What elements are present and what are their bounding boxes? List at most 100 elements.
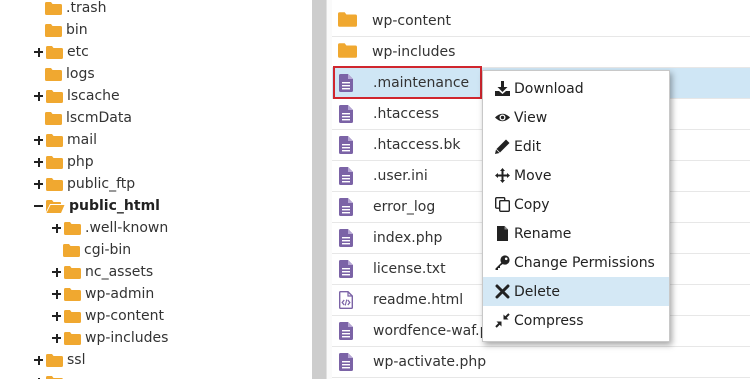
tree-item-label: ssl [67, 352, 86, 368]
tree-item-label: etc [67, 44, 89, 60]
compress-icon [495, 313, 510, 328]
tree-item-label: public_ftp [67, 176, 136, 192]
text-file-icon [339, 322, 357, 340]
tree-item-lscmdata[interactable]: lscmData [45, 107, 132, 129]
menu-item-compress[interactable]: Compress [483, 306, 669, 335]
tree-item-label: bin [66, 22, 88, 38]
tree-item-well-known[interactable]: .well-known [51, 217, 168, 239]
menu-item-change-permissions[interactable]: Change Permissions [483, 248, 669, 277]
text-file-icon [339, 353, 357, 371]
file-row[interactable]: wp-includes [332, 37, 750, 68]
expand-plus-icon[interactable] [51, 261, 63, 283]
menu-item-label: View [514, 109, 548, 126]
folder-icon [338, 43, 357, 61]
tree-item-partial[interactable] [33, 371, 67, 379]
file-row[interactable]: wp-activate.php [332, 347, 750, 378]
menu-item-label: Rename [514, 225, 572, 242]
copy-icon [494, 196, 511, 213]
menu-item-label: Delete [514, 283, 560, 300]
folder-icon [46, 133, 63, 147]
tree-scroll-thumb[interactable] [312, 0, 326, 379]
expand-plus-icon[interactable] [51, 283, 63, 305]
tree-item-cgi-bin[interactable]: cgi-bin [63, 239, 131, 261]
text-file-icon [339, 229, 357, 247]
folder-icon [46, 353, 63, 367]
folder-icon [46, 177, 63, 191]
file-name: index.php [373, 230, 443, 246]
file-name: wp-includes [372, 44, 456, 60]
tree-item-lscache[interactable]: lscache [33, 85, 120, 107]
folder-icon [46, 89, 63, 103]
folder-icon [64, 331, 81, 345]
folder-icon [45, 67, 62, 81]
expand-plus-icon[interactable] [51, 217, 63, 239]
selection-highlight-box [333, 66, 482, 99]
folder-icon [64, 265, 81, 279]
key-icon [495, 255, 510, 270]
menu-item-edit[interactable]: Edit [483, 132, 669, 161]
tree-item-etc[interactable]: etc [33, 41, 89, 63]
menu-item-delete[interactable]: Delete [483, 277, 669, 306]
menu-item-label: Edit [514, 138, 542, 155]
text-file-icon [339, 167, 357, 185]
expand-plus-icon[interactable] [33, 85, 45, 107]
tree-scrollbar[interactable] [312, 0, 326, 379]
menu-item-label: Change Permissions [514, 254, 655, 271]
folder-icon [46, 45, 63, 59]
text-file-icon [339, 105, 357, 123]
file-name: wp-activate.php [373, 354, 487, 370]
text-file-icon [339, 136, 357, 154]
menu-item-label: Copy [514, 196, 550, 213]
file-name: .htaccess.bk [373, 137, 461, 153]
file-name: license.txt [373, 261, 446, 277]
code-file-icon [339, 291, 357, 309]
expand-plus-icon[interactable] [51, 305, 63, 327]
tree-item-label: wp-includes [85, 330, 169, 346]
tree-item-label: .trash [66, 0, 107, 16]
menu-item-rename[interactable]: Rename [483, 219, 669, 248]
expand-plus-icon[interactable] [33, 151, 45, 173]
expand-plus-icon[interactable] [51, 327, 63, 349]
file-name: readme.html [373, 292, 464, 308]
tree-item-public-html[interactable]: public_html [33, 195, 160, 217]
file-row[interactable]: wp-content [332, 6, 750, 37]
tree-item-label: public_html [69, 198, 160, 214]
text-file-icon [339, 198, 357, 216]
menu-item-move[interactable]: Move [483, 161, 669, 190]
folder-icon [46, 155, 63, 169]
folder-icon [45, 23, 62, 37]
tree-item-public-ftp[interactable]: public_ftp [33, 173, 135, 195]
menu-item-view[interactable]: View [483, 103, 669, 132]
pencil-icon [495, 139, 510, 154]
file-name: .htaccess [373, 106, 439, 122]
tree-item-wp-admin[interactable]: wp-admin [51, 283, 154, 305]
expand-plus-icon[interactable] [33, 129, 45, 151]
tree-item-mail[interactable]: mail [33, 129, 97, 151]
context-menu: Download View Edit Move Copy Rename Change Per… [482, 70, 670, 342]
file-name: error_log [373, 199, 436, 215]
tree-item-php[interactable]: php [33, 151, 94, 173]
folder-icon [64, 221, 81, 235]
folder-icon [64, 287, 81, 301]
close-x-icon [495, 284, 510, 299]
tree-item-label: cgi-bin [84, 242, 132, 258]
expand-plus-icon[interactable] [33, 349, 45, 371]
menu-item-download[interactable]: Download [483, 74, 669, 103]
download-icon [495, 81, 510, 96]
expand-plus-icon[interactable] [33, 41, 45, 63]
menu-item-label: Download [514, 80, 584, 97]
expand-plus-icon[interactable] [33, 173, 45, 195]
tree-item-trash[interactable]: .trash [45, 0, 106, 19]
tree-item-wp-includes[interactable]: wp-includes [51, 327, 168, 349]
menu-item-label: Compress [514, 312, 584, 329]
tree-item-nc-assets[interactable]: nc_assets [51, 261, 153, 283]
collapse-minus-icon[interactable] [33, 195, 45, 217]
tree-item-bin[interactable]: bin [45, 19, 88, 41]
expand-plus-icon[interactable] [33, 371, 45, 379]
tree-item-label: nc_assets [85, 264, 154, 280]
folder-icon [338, 12, 357, 30]
menu-item-copy[interactable]: Copy [483, 190, 669, 219]
tree-item-logs[interactable]: logs [45, 63, 95, 85]
tree-item-wp-content[interactable]: wp-content [51, 305, 164, 327]
tree-item-ssl[interactable]: ssl [33, 349, 85, 371]
